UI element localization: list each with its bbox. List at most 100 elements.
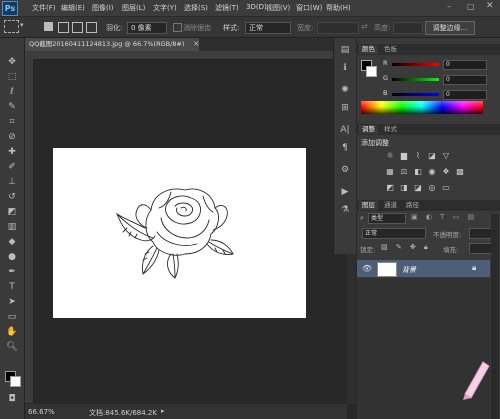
lasso-tool-icon[interactable]: ℓ	[4, 86, 20, 99]
character-panel-icon[interactable]: A|	[337, 124, 353, 137]
red-slider[interactable]	[392, 63, 439, 66]
crop-tool-icon[interactable]: ⌗	[4, 116, 20, 129]
eye-icon[interactable]: 👁︎	[362, 264, 372, 273]
opacity-input[interactable]	[469, 228, 493, 239]
lock-icons[interactable]: ▨ ✎ ✥ 🔒︎	[381, 243, 431, 252]
tab-adjustments[interactable]: 调整	[359, 125, 378, 134]
antialias-checkbox[interactable]	[173, 23, 182, 32]
new-selection-icon[interactable]	[44, 22, 53, 31]
quick-mask-icon[interactable]: ◘	[4, 393, 20, 406]
menu-edit[interactable]: 编辑(E)	[61, 3, 85, 13]
black-white-icon[interactable]: ◧	[413, 167, 423, 176]
quick-select-icon[interactable]: ✎	[4, 101, 20, 114]
menu-3d[interactable]: 3D(D)	[246, 3, 267, 11]
brightness-contrast-icon[interactable]: ☼	[385, 151, 395, 160]
red-value-input[interactable]: 0	[443, 60, 487, 70]
layer-row-background[interactable]: 👁︎ 背景 🔒︎	[357, 260, 490, 277]
height-input[interactable]	[393, 22, 423, 34]
marquee-tool-preset-icon[interactable]	[4, 20, 19, 33]
close-tab-icon[interactable]: ×	[193, 39, 200, 48]
tab-swatches[interactable]: 色板	[381, 45, 400, 54]
layer-filter-icons[interactable]: ▣ ◐ T ▭ ▤	[411, 213, 477, 221]
eyedropper-icon[interactable]: ⊘	[4, 131, 20, 144]
posterize-icon[interactable]: ◨	[399, 183, 409, 192]
chevron-down-icon[interactable]: ▾	[20, 21, 24, 29]
dodge-tool-icon[interactable]: ●	[4, 251, 20, 264]
color-balance-icon[interactable]: ⚖	[399, 167, 409, 176]
tab-layers[interactable]: 图层	[359, 201, 378, 210]
panel-background-swatch[interactable]	[366, 66, 377, 77]
status-arrow-icon[interactable]: ▸	[161, 407, 165, 415]
properties-panel-icon[interactable]: ℹ	[337, 62, 353, 75]
feather-input[interactable]: 0 像素	[127, 22, 167, 34]
subtract-selection-icon[interactable]	[72, 22, 83, 33]
brush-panel-icon[interactable]: ✺	[337, 84, 353, 97]
minimize-icon[interactable]: –	[447, 2, 451, 11]
type-tool-icon[interactable]: T	[4, 281, 20, 294]
clone-stamp-icon[interactable]: ⊥	[4, 176, 20, 189]
paragraph-panel-icon[interactable]: ¶	[337, 142, 353, 155]
document-canvas[interactable]	[53, 148, 306, 318]
gradient-map-icon[interactable]: ▭	[441, 183, 451, 192]
gradient-tool-icon[interactable]: ▥	[4, 221, 20, 234]
selective-color-icon[interactable]: ◎	[427, 183, 437, 192]
threshold-icon[interactable]: ◪	[413, 183, 423, 192]
curves-icon[interactable]: ⌇	[413, 151, 423, 160]
add-selection-icon[interactable]	[58, 22, 69, 33]
document-tab[interactable]: QQ截图20160411124813.jpg @ 66.7%(RGB/8#)	[25, 38, 199, 51]
refine-edge-button[interactable]: 调整边缘...	[425, 21, 475, 35]
background-color-swatch[interactable]	[10, 376, 21, 387]
brush-tool-icon[interactable]: ✐	[4, 161, 20, 174]
maximize-icon[interactable]: ▢	[467, 2, 475, 11]
tab-styles[interactable]: 样式	[381, 125, 400, 134]
blend-mode-select[interactable]: 正常	[362, 228, 426, 239]
marquee-tool-icon[interactable]: ⬚	[4, 71, 20, 84]
menu-view[interactable]: 视图(V)	[266, 3, 290, 13]
menu-select[interactable]: 选择(S)	[184, 3, 208, 13]
eraser-tool-icon[interactable]: ◩	[4, 206, 20, 219]
blue-slider[interactable]	[392, 93, 439, 96]
levels-icon[interactable]: ▆	[399, 151, 409, 160]
exposure-icon[interactable]: ◪	[427, 151, 437, 160]
blue-value-input[interactable]: 0	[443, 90, 487, 100]
info-panel-icon[interactable]: ⚗	[337, 204, 353, 217]
shape-tool-icon[interactable]: ▭	[4, 311, 20, 324]
menu-filter[interactable]: 滤镜(T)	[215, 3, 239, 13]
pen-tool-icon[interactable]: ✒	[4, 266, 20, 279]
healing-brush-icon[interactable]: ✚	[4, 146, 20, 159]
close-icon[interactable]: ✕	[486, 1, 494, 11]
menu-window[interactable]: 窗口(W)	[296, 3, 322, 13]
color-spectrum-bar[interactable]	[361, 101, 483, 114]
blur-tool-icon[interactable]: ◆	[4, 236, 20, 249]
path-select-icon[interactable]: ➤	[4, 296, 20, 309]
tab-color[interactable]: 颜色	[359, 45, 378, 54]
history-brush-icon[interactable]: ↺	[4, 191, 20, 204]
layer-name[interactable]: 背景	[402, 265, 416, 275]
fill-input[interactable]	[469, 243, 493, 254]
hand-tool-icon[interactable]: ✋	[4, 326, 20, 339]
green-slider[interactable]	[392, 78, 439, 81]
channel-mixer-icon[interactable]: ❖	[441, 167, 451, 176]
tab-channels[interactable]: 通道	[381, 201, 400, 210]
tool-presets-panel-icon[interactable]: ⚙	[337, 164, 353, 177]
photo-filter-icon[interactable]: ◉	[427, 167, 437, 176]
color-lookup-icon[interactable]: ▩	[455, 167, 465, 176]
menu-layer[interactable]: 图层(L)	[122, 3, 145, 13]
swap-icon[interactable]: ⇄	[361, 22, 368, 31]
invert-icon[interactable]: ◩	[385, 183, 395, 192]
menu-help[interactable]: 帮助(H)	[326, 3, 351, 13]
layer-kind-filter[interactable]: 类型	[368, 213, 406, 224]
menu-type[interactable]: 文字(Y)	[153, 3, 177, 13]
zoom-level[interactable]: 66.67%	[28, 408, 55, 416]
style-select[interactable]: 正常	[245, 22, 291, 34]
tab-paths[interactable]: 路径	[403, 201, 422, 210]
actions-panel-icon[interactable]: ▶	[337, 186, 353, 199]
intersect-selection-icon[interactable]	[86, 22, 97, 33]
menu-image[interactable]: 图像(I)	[92, 3, 114, 13]
vibrance-icon[interactable]: ▽	[441, 151, 451, 160]
zoom-tool-icon[interactable]: 🔍︎	[4, 341, 20, 354]
move-tool-icon[interactable]: ✥	[4, 56, 20, 69]
hue-saturation-icon[interactable]: ▦	[385, 167, 395, 176]
clone-source-panel-icon[interactable]: ⊞	[337, 102, 353, 115]
menu-file[interactable]: 文件(F)	[32, 3, 56, 13]
